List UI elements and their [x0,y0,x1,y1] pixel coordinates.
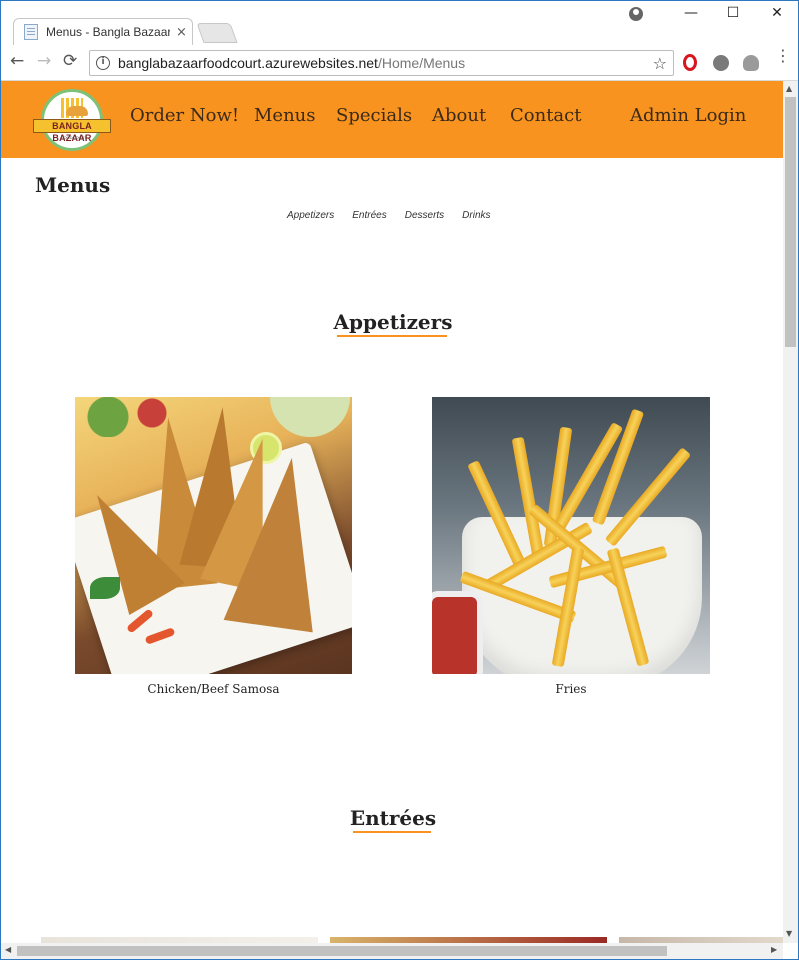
section-heading-appetizers: Appetizers [333,310,453,334]
maximize-button[interactable]: ☐ [718,5,748,21]
url-host: banglabazaarfoodcourt.azurewebsites.net [118,55,378,71]
logo-subtext: FOODCOURT [61,135,87,140]
nav-menus[interactable]: Menus [254,105,316,126]
tab-title: Menus - Bangla Bazaar F [46,25,170,39]
site-logo[interactable]: BANGLA BAZAAR FOODCOURT [33,89,111,151]
title-bar: Menus - Bangla Bazaar F × — ☐ ✕ [1,1,798,45]
category-link-entrees[interactable]: Entrées [352,210,386,221]
opera-extension-icon[interactable] [683,54,697,71]
mint-leaf [90,577,120,599]
site-info-icon[interactable]: i [96,56,110,70]
category-link-appetizers[interactable]: Appetizers [287,210,334,221]
horizontal-scroll-thumb[interactable] [17,946,667,956]
ketchup-cup [432,597,477,674]
vertical-scroll-thumb[interactable] [785,97,796,347]
scroll-up-icon[interactable]: ▲ [786,84,792,93]
tab-close-icon[interactable]: × [176,25,187,40]
samosa-image[interactable] [75,397,352,674]
browser-menu-icon[interactable]: ⋮ [775,48,791,64]
back-button[interactable]: ← [10,51,24,71]
burger-icon [66,106,88,116]
profile-icon[interactable] [629,7,643,21]
browser-window: Menus - Bangla Bazaar F × — ☐ ✕ ← → ⟳ i … [0,0,799,960]
category-link-desserts[interactable]: Desserts [405,210,444,221]
bookmark-star-icon[interactable]: ☆ [653,54,667,73]
browser-tab[interactable]: Menus - Bangla Bazaar F × [13,18,193,45]
nav-admin-login[interactable]: Admin Login [630,105,746,126]
nav-specials[interactable]: Specials [336,105,412,126]
logo-text: BANGLA BAZAAR [33,119,111,143]
new-tab-button[interactable] [196,23,238,43]
browser-toolbar: ← → ⟳ i banglabazaarfoodcourt.azurewebsi… [1,45,798,81]
scroll-right-icon[interactable]: ▶ [771,945,777,954]
extension-icon[interactable] [713,55,729,71]
nav-contact[interactable]: Contact [510,105,581,126]
page-viewport: BANGLA BAZAAR FOODCOURT Order Now! Menus… [1,81,783,943]
minimize-button[interactable]: — [676,5,706,21]
category-link-drinks[interactable]: Drinks [462,210,490,221]
address-bar[interactable]: i banglabazaarfoodcourt.azurewebsites.ne… [89,50,674,76]
nav-order-now[interactable]: Order Now! [130,105,239,126]
site-header: BANGLA BAZAAR FOODCOURT Order Now! Menus… [1,81,783,158]
forward-button[interactable]: → [37,51,51,71]
page-favicon-icon [24,24,38,40]
scroll-left-icon[interactable]: ◀ [5,945,11,954]
section-underline [337,335,447,337]
dish-caption-samosa: Chicken/Beef Samosa [147,682,280,696]
scroll-down-icon[interactable]: ▼ [786,929,792,938]
dish-caption-fries: Fries [555,682,587,696]
close-window-button[interactable]: ✕ [762,5,792,21]
vertical-scrollbar[interactable]: ▲ ▼ [783,81,798,943]
nav-about[interactable]: About [432,105,486,126]
url-path: /Home/Menus [377,55,466,71]
horizontal-scrollbar[interactable]: ◀ ▶ [1,943,783,959]
cloud-extension-icon[interactable] [743,55,759,71]
page-title: Menus [35,173,111,197]
reload-button[interactable]: ⟳ [63,51,77,71]
section-heading-entrees: Entrées [349,806,437,830]
fries-image[interactable] [432,397,710,674]
section-underline [353,831,431,833]
menu-category-nav: Appetizers Entrées Desserts Drinks [287,210,491,221]
